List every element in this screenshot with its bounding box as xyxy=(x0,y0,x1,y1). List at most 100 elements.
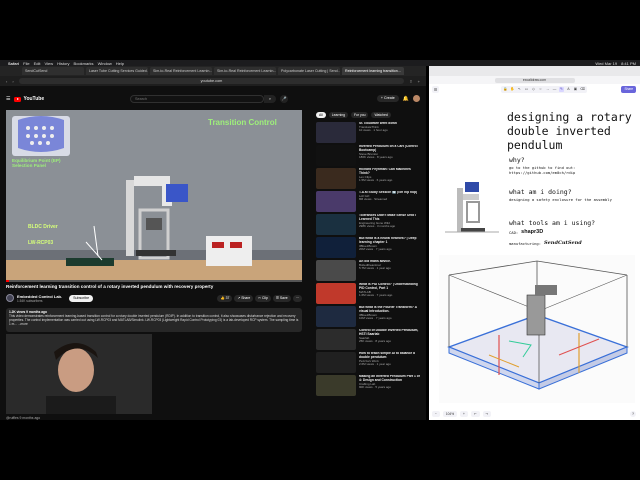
recommended-thumbnail[interactable] xyxy=(316,237,356,258)
forward-icon[interactable]: › xyxy=(12,79,13,84)
menubar-date[interactable]: Wed Mar 19 xyxy=(595,61,617,66)
new-tab-icon[interactable]: + xyxy=(418,79,420,84)
redo-icon[interactable]: ↷ xyxy=(482,411,492,417)
chip-watched[interactable]: Watched xyxy=(371,112,391,118)
recommended-video[interactable]: Richard Feynman: Can Machines Think? Lex … xyxy=(316,168,422,191)
recommended-video[interactable]: What is PID Control? | Understanding PID… xyxy=(316,283,422,306)
like-button[interactable]: 👍 37 xyxy=(217,294,233,302)
drawing-title[interactable]: designing a rotary double inverted pendu… xyxy=(507,110,637,152)
shapr3d-logo[interactable]: shapr3D xyxy=(521,229,543,235)
video-progress-bar[interactable] xyxy=(6,280,302,282)
subscribe-button[interactable]: Subscribe xyxy=(69,294,94,302)
tools-heading[interactable]: what tools am i using? xyxy=(509,219,595,227)
search-icon[interactable]: ⌕ xyxy=(264,95,276,103)
chip-learning[interactable]: Learning xyxy=(328,112,348,118)
undo-icon[interactable]: ↶ xyxy=(470,411,480,417)
menubar-help[interactable]: Help xyxy=(116,61,124,66)
hamburger-icon[interactable]: ☰ xyxy=(6,96,10,102)
recommended-video[interactable]: An old mans advice. Boltedtheanimal 5.7M v… xyxy=(316,260,422,283)
recommended-thumbnail[interactable] xyxy=(316,260,356,281)
help-icon[interactable]: ? xyxy=(630,411,636,417)
recommended-thumbnail[interactable] xyxy=(316,283,356,304)
video-description[interactable]: 1.2K views 9 months ago This video demon… xyxy=(6,308,302,332)
recommended-video[interactable]: How to teach simple AI to balance a doub… xyxy=(316,352,422,375)
recommended-thumbnail[interactable] xyxy=(316,122,356,143)
recommended-video[interactable]: But what is the Fourier Transform? A vis… xyxy=(316,306,422,329)
menubar-time[interactable]: 8:41 PM xyxy=(621,61,636,66)
channel-avatar[interactable] xyxy=(6,294,14,302)
lock-icon[interactable]: 🔒 xyxy=(503,87,508,92)
recommended-thumbnail[interactable] xyxy=(316,306,356,327)
text-icon[interactable]: A xyxy=(566,87,571,92)
comment-user[interactable]: @ruffles 9 months ago xyxy=(6,416,40,420)
line-icon[interactable]: — xyxy=(552,87,557,92)
recommended-thumbnail[interactable] xyxy=(316,214,356,235)
recommended-video[interactable]: Control of Double Inverted Pendulum, HST… xyxy=(316,329,422,352)
recommended-video[interactable]: Making an Inverted Pendulum Part 1 of 4:… xyxy=(316,375,422,398)
save-button[interactable]: ☰ Save xyxy=(272,294,291,302)
why-text[interactable]: go to the github to find out: https://gi… xyxy=(509,165,575,175)
clip-button[interactable]: ✂ Clip xyxy=(255,294,271,302)
zoom-in-button[interactable]: + xyxy=(460,411,468,417)
sendcutsend-logo[interactable]: SendCutSend xyxy=(544,241,582,246)
chip-all[interactable]: All xyxy=(316,112,326,118)
cad-label[interactable]: CAD: xyxy=(509,230,518,235)
why-heading[interactable]: why? xyxy=(509,156,525,164)
url-field[interactable]: youtube.com xyxy=(18,78,405,84)
mfg-label[interactable]: manufacturing: xyxy=(509,241,541,246)
tab-laser-tube[interactable]: Laser Tube Cutting Services Guided... xyxy=(86,67,148,75)
menubar-view[interactable]: View xyxy=(44,61,53,66)
tab-youtube-video[interactable]: Reinforcement learning transition... xyxy=(342,67,404,75)
menubar-bookmarks[interactable]: Bookmarks xyxy=(74,61,94,66)
share-button[interactable]: ↗ Share xyxy=(234,294,254,302)
what-text[interactable]: designing a safety enclosure for the ass… xyxy=(509,197,612,202)
recommended-thumbnail[interactable] xyxy=(316,145,356,166)
account-avatar[interactable] xyxy=(413,95,420,102)
arrow-icon[interactable]: → xyxy=(545,87,550,92)
recommended-video[interactable]: T.A.M Study Session 🔄 (lofi hip hop) Lofi… xyxy=(316,191,422,214)
enclosure-cad-image[interactable] xyxy=(439,255,635,403)
recommended-video[interactable]: St. cloudfare went down TranslateThink 10 … xyxy=(316,122,422,145)
video-player[interactable]: Transition Control Equilibrium Point (EP… xyxy=(6,110,302,282)
image-icon[interactable]: ▣ xyxy=(573,87,578,92)
hand-icon[interactable]: ✋ xyxy=(510,87,515,92)
notifications-bell-icon[interactable]: 🔔 xyxy=(403,96,409,102)
search-input[interactable]: Search xyxy=(130,95,264,103)
recommended-thumbnail[interactable] xyxy=(316,168,356,189)
eraser-icon[interactable]: ⌫ xyxy=(580,87,585,92)
excalidraw-url-field[interactable]: excalidraw.com xyxy=(494,77,575,83)
what-heading[interactable]: what am i doing? xyxy=(509,188,572,196)
recommended-thumbnail[interactable] xyxy=(316,352,356,373)
recommended-thumbnail[interactable] xyxy=(316,329,356,350)
menubar-edit[interactable]: Edit xyxy=(34,61,41,66)
zoom-out-button[interactable]: − xyxy=(432,411,440,417)
youtube-logo[interactable]: YouTube xyxy=(14,96,44,102)
back-icon[interactable]: ‹ xyxy=(6,79,7,84)
rectangle-icon[interactable]: ▭ xyxy=(524,87,529,92)
menubar-file[interactable]: File xyxy=(23,61,29,66)
microphone-icon[interactable]: 🎤 xyxy=(280,95,288,103)
recommended-thumbnail[interactable] xyxy=(316,191,356,212)
select-icon[interactable]: ↖ xyxy=(517,87,522,92)
recommended-video[interactable]: But what is a neural network? | Deep lea… xyxy=(316,237,422,260)
menubar-history[interactable]: History xyxy=(57,61,69,66)
share-icon[interactable]: ⇪ xyxy=(409,79,412,84)
zoom-level[interactable]: 104% xyxy=(442,411,458,417)
menubar-app[interactable]: Safari xyxy=(8,61,19,66)
diamond-icon[interactable]: ◇ xyxy=(531,87,536,92)
pendulum-sketch-image[interactable] xyxy=(437,172,507,242)
menubar-window[interactable]: Window xyxy=(98,61,112,66)
recommended-thumbnail[interactable] xyxy=(316,375,356,396)
tab-sendcutsend[interactable]: SendCutSend xyxy=(22,67,84,75)
chip-for-you[interactable]: For you xyxy=(350,112,369,118)
excalidraw-share-button[interactable]: Share xyxy=(621,86,636,93)
create-button[interactable]: + Create xyxy=(376,95,399,102)
tab-sim-to-real-2[interactable]: Sim-to-Real Reinforcement Learnin... xyxy=(214,67,276,75)
channel-name[interactable]: Embedded Control Lab. xyxy=(17,294,62,299)
ellipse-icon[interactable]: ○ xyxy=(538,87,543,92)
recommended-video[interactable]: Inverted Pendulum on a Cart (Control Boo… xyxy=(316,145,422,168)
pencil-icon[interactable]: ✎ xyxy=(559,87,564,92)
recommended-video[interactable]: Tolerances Didn't Make Sense Until I Lea… xyxy=(316,214,422,237)
tab-sim-to-real-1[interactable]: Sim-to-Real Reinforcement Learnin... xyxy=(150,67,212,75)
excalidraw-menu-icon[interactable]: ☰ xyxy=(432,86,439,93)
